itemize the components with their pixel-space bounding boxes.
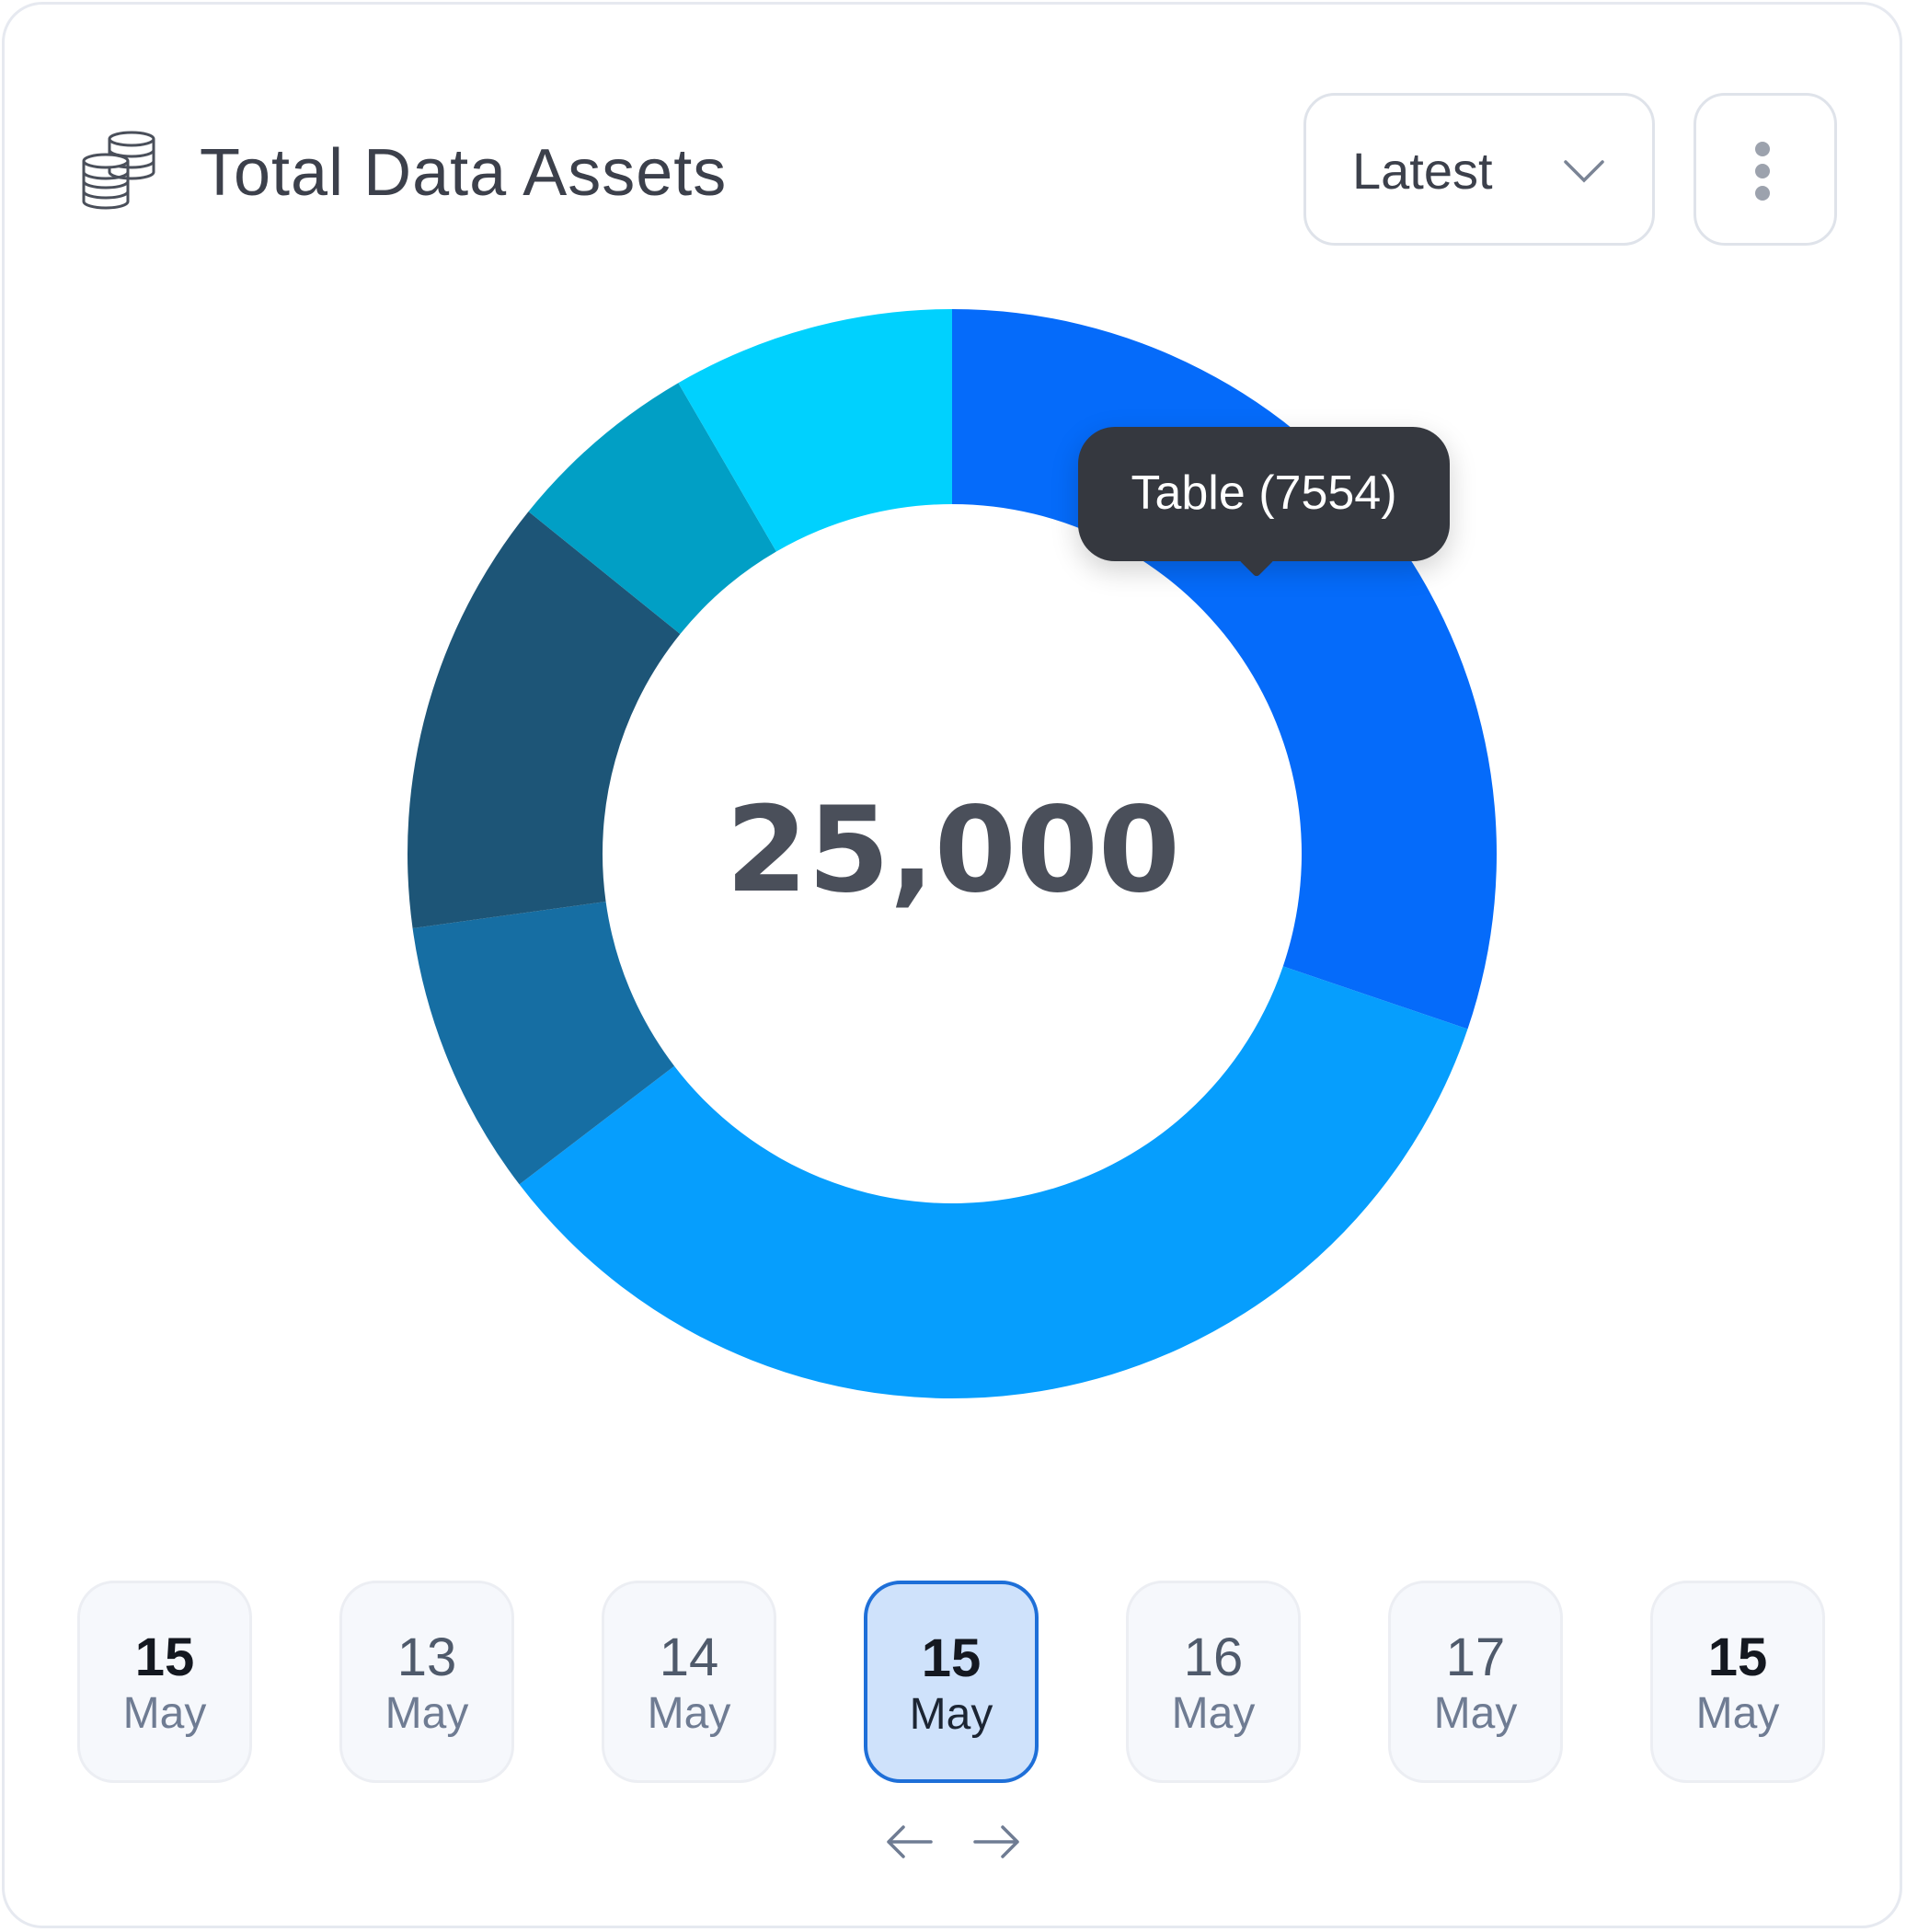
date-pill[interactable]: 15 May bbox=[1650, 1581, 1825, 1783]
date-day: 15 bbox=[921, 1628, 982, 1688]
arrow-left-icon[interactable] bbox=[883, 1822, 935, 1862]
date-month: May bbox=[1433, 1689, 1518, 1738]
date-day: 15 bbox=[1707, 1627, 1768, 1687]
date-pill[interactable]: 13 May bbox=[339, 1581, 514, 1783]
date-day: 15 bbox=[134, 1627, 195, 1687]
date-month: May bbox=[1171, 1689, 1256, 1738]
date-pill[interactable]: 14 May bbox=[602, 1581, 776, 1783]
slice-tooltip: Table (7554) bbox=[1078, 427, 1450, 578]
date-month: May bbox=[909, 1690, 993, 1739]
date-pill[interactable]: 15 May bbox=[864, 1581, 1039, 1783]
date-pill[interactable]: 15 May bbox=[77, 1581, 252, 1783]
date-month: May bbox=[647, 1689, 731, 1738]
date-day: 17 bbox=[1445, 1627, 1506, 1687]
date-pill[interactable]: 16 May bbox=[1126, 1581, 1301, 1783]
arrow-right-icon[interactable] bbox=[971, 1822, 1023, 1862]
date-month: May bbox=[1695, 1689, 1780, 1738]
donut-slice-1[interactable] bbox=[952, 309, 1498, 1029]
date-day: 16 bbox=[1183, 1627, 1244, 1687]
total-value: 25,000 bbox=[726, 782, 1180, 919]
tooltip-text: Table (7554) bbox=[1131, 466, 1397, 520]
donut-slice-2[interactable] bbox=[519, 966, 1468, 1398]
date-month: May bbox=[122, 1689, 207, 1738]
date-pill[interactable]: 17 May bbox=[1388, 1581, 1563, 1783]
date-day: 13 bbox=[396, 1627, 457, 1687]
date-month: May bbox=[385, 1689, 469, 1738]
date-day: 14 bbox=[659, 1627, 719, 1687]
